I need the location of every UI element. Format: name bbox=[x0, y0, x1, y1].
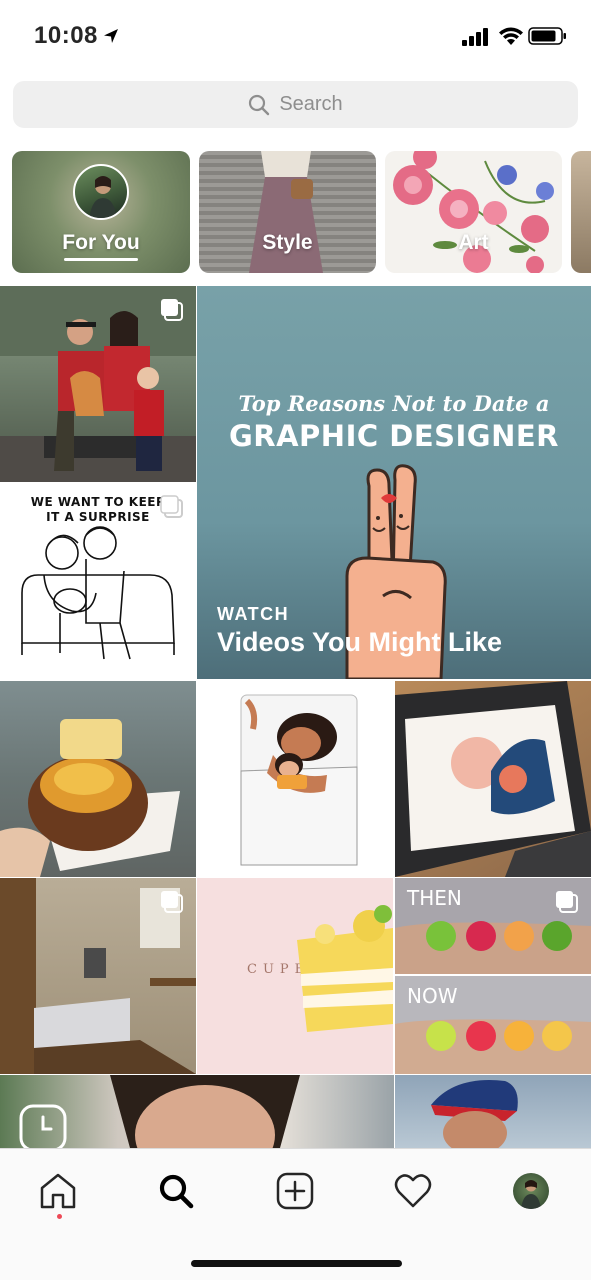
cellular-signal-icon bbox=[462, 28, 488, 46]
carousel-icon bbox=[161, 299, 183, 321]
igtv-icon bbox=[19, 1104, 67, 1148]
activity-heart-icon[interactable] bbox=[393, 1171, 433, 1211]
grid-post-comic[interactable]: WE WANT TO KEEP IT A SURPRISE bbox=[0, 483, 196, 679]
grid-post-bedroom[interactable] bbox=[0, 878, 196, 1074]
now-label: NOW bbox=[407, 984, 458, 1008]
grid-post-sleeping[interactable] bbox=[197, 681, 393, 877]
grid-post-cake[interactable]: CUPETIT bbox=[197, 878, 393, 1074]
grid-post-family[interactable] bbox=[0, 286, 196, 482]
video-tile[interactable]: Top Reasons Not to Date a GRAPHIC DESIGN… bbox=[197, 286, 591, 679]
carousel-icon bbox=[161, 891, 183, 913]
carousel-icon bbox=[160, 495, 183, 518]
home-icon[interactable] bbox=[38, 1171, 78, 1211]
status-time: 10:08 bbox=[34, 22, 98, 49]
cap-photo bbox=[431, 1080, 518, 1148]
search-placeholder: Search bbox=[279, 93, 343, 115]
profile-avatar[interactable] bbox=[513, 1173, 549, 1209]
explore-grid: WE WANT TO KEEP IT A SURPRISE Top Reason… bbox=[0, 286, 591, 1148]
notification-dot bbox=[57, 1214, 62, 1219]
wifi-icon bbox=[499, 27, 523, 45]
search-icon bbox=[249, 94, 270, 115]
battery-icon bbox=[528, 27, 566, 45]
category-more[interactable] bbox=[571, 151, 591, 273]
category-carousel[interactable]: For You Style Art bbox=[12, 151, 591, 274]
category-art[interactable]: Art bbox=[385, 151, 562, 273]
grid-post-cap[interactable] bbox=[395, 1075, 591, 1148]
carousel-icon bbox=[556, 891, 578, 913]
grid-post-laptop[interactable] bbox=[395, 681, 591, 877]
category-label: Style bbox=[262, 231, 313, 254]
selected-indicator bbox=[64, 258, 138, 261]
then-label: THEN bbox=[407, 886, 462, 910]
video-section-title: Videos You Might Like bbox=[217, 627, 503, 657]
category-label: For You bbox=[62, 231, 140, 254]
home-indicator bbox=[191, 1260, 402, 1267]
status-bar: 10:08 bbox=[0, 0, 591, 72]
search-input[interactable]: Search bbox=[13, 81, 578, 128]
category-label: Art bbox=[458, 231, 489, 254]
category-style[interactable]: Style bbox=[199, 151, 376, 273]
video-section-kicker: WATCH bbox=[217, 604, 290, 624]
grid-post-then-now[interactable]: THEN NOW bbox=[395, 878, 591, 1074]
new-post-icon[interactable] bbox=[275, 1171, 315, 1211]
location-arrow-icon bbox=[104, 29, 118, 43]
grid-post-portrait[interactable] bbox=[0, 1075, 394, 1148]
for-you-avatar bbox=[73, 164, 129, 220]
category-for-you[interactable]: For You bbox=[12, 151, 190, 273]
cake-photo bbox=[297, 905, 393, 1032]
laptop-photo bbox=[395, 681, 591, 877]
dessert-photo bbox=[0, 719, 180, 877]
search-icon[interactable] bbox=[156, 1171, 196, 1211]
profile-photo bbox=[521, 1180, 541, 1209]
grid-post-dessert[interactable] bbox=[0, 681, 196, 877]
sleeping-illustration bbox=[240, 694, 358, 866]
person-photo bbox=[89, 176, 117, 218]
